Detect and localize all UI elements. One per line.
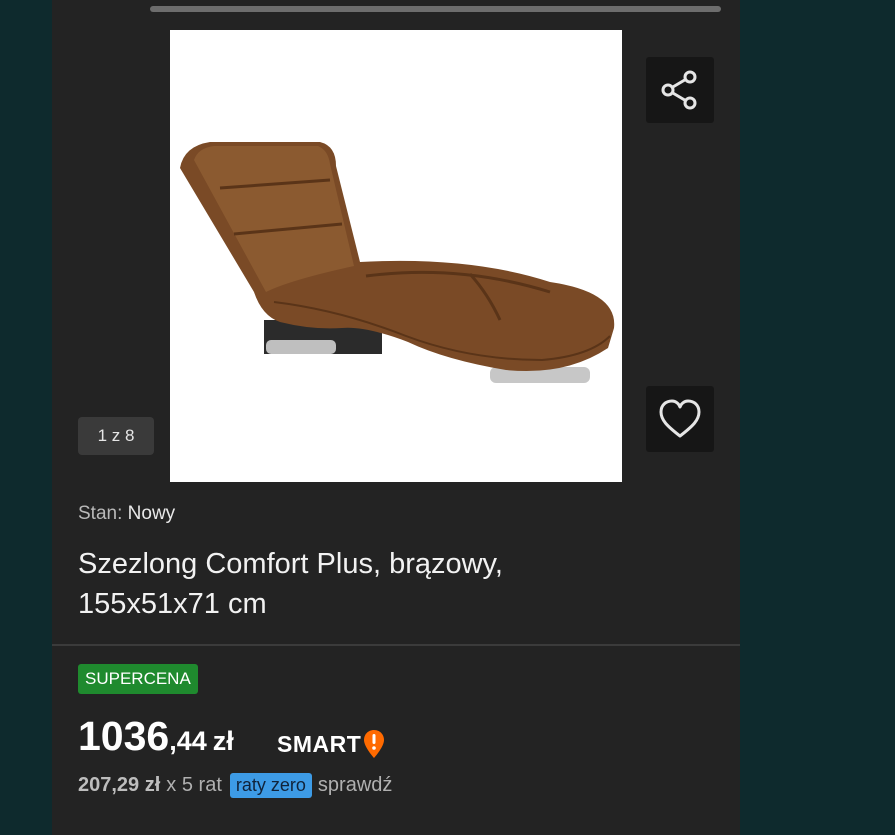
installment-line: 207,29 zł x 5 rat raty zero sprawdź [78,773,392,798]
favorite-button[interactable] [646,386,714,452]
installment-terms: x 5 rat [166,774,222,796]
chaise-lounge-image [180,142,615,383]
gallery-scroll-indicator [150,6,721,12]
condition-value: Nowy [127,503,176,524]
share-button[interactable] [646,57,714,123]
condition-label: Stan: [78,503,123,524]
product-image[interactable] [170,30,622,482]
smart-exclamation-icon [364,730,385,758]
share-icon [661,70,697,110]
installment-amount: 207,29 zł [78,774,161,796]
price-cents: ,44 [169,726,207,756]
price: 1036,44 zł [78,713,234,760]
smart-badge[interactable]: SMART [277,728,386,760]
heart-icon [659,399,701,438]
price-currency: zł [212,726,234,756]
smart-label: SMART [277,730,362,757]
installment-check-link[interactable]: sprawdź [318,774,392,797]
supercena-badge: SUPERCENA [78,664,198,694]
condition-line: Stan: Nowy [78,503,175,525]
section-divider [52,644,740,646]
raty-zero-badge: raty zero [229,773,312,798]
price-main: 1036 [78,713,170,759]
gallery-counter: 1 z 8 [78,417,154,455]
product-title: Szezlong Comfort Plus, brązowy, 155x51x7… [78,548,503,620]
